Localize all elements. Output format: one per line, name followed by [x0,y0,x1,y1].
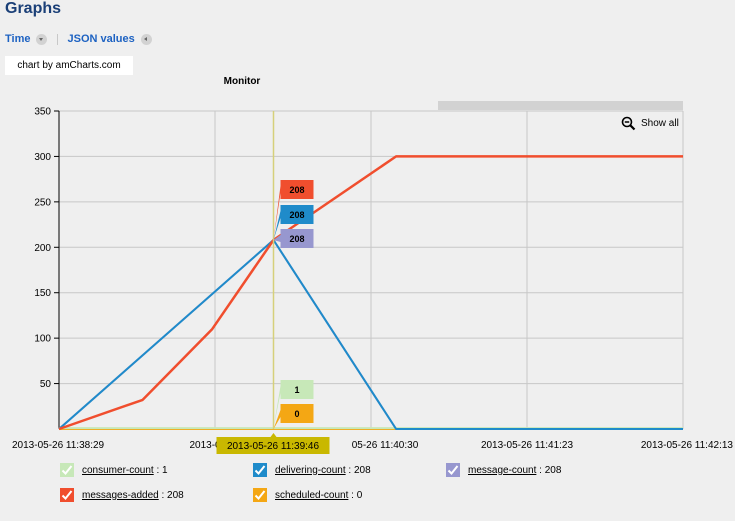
legend-item-message-count[interactable]: message-count : 208 [446,463,561,477]
legend-item-scheduled-count[interactable]: scheduled-count : 0 [253,488,362,502]
x-tick-label: 2013-05-26 11:42:13 [641,440,734,451]
legend-label[interactable]: delivering-count [275,465,346,476]
legend-label[interactable]: messages-added [82,490,159,501]
cursor-label-text: 2013-05-26 11:39:46 [227,441,320,452]
cursor-label-pointer [270,433,277,437]
legend-item-messages-added[interactable]: messages-added : 208 [60,488,184,502]
legend-value: : 208 [345,464,371,476]
y-tick-label: 50 [40,379,52,390]
checkbox-icon[interactable] [253,463,267,477]
x-tick-label: 2013-05-26 11:41:23 [481,440,574,451]
legend-value: : 0 [348,489,363,501]
balloon-value-messages-added: 208 [289,185,304,195]
balloon-value-consumer-count: 1 [294,385,299,395]
legend-value: : 1 [153,464,168,476]
legend-value: : 208 [536,464,562,476]
legend-label[interactable]: message-count [468,465,536,476]
balloon-value-delivering-count: 208 [289,210,304,220]
x-tick-label: 05-26 11:40:30 [352,440,419,451]
y-tick-label: 300 [34,152,51,163]
legend-value: : 208 [158,489,184,501]
y-tick-label: 350 [34,107,51,118]
checkbox-icon[interactable] [60,488,74,502]
balloon-pointer-scheduled-count [273,410,281,429]
legend-item-delivering-count[interactable]: delivering-count : 208 [253,463,371,477]
y-tick-label: 150 [34,288,51,299]
checkbox-icon[interactable] [253,488,267,502]
line-chart-plot[interactable]: 50 100 150 200 250 300 350 208 208 208 1 0 2013-05-2… [0,0,735,521]
legend-label[interactable]: scheduled-count [275,490,348,501]
x-tick-label: 2013-05-26 11:38:29 [12,440,105,451]
legend-label[interactable]: consumer-count [82,465,154,476]
y-tick-label: 100 [34,334,51,345]
balloon-value-scheduled-count: 0 [294,409,299,419]
y-tick-label: 250 [34,197,51,208]
checkbox-icon[interactable] [446,463,460,477]
balloon-value-message-count: 208 [289,234,304,244]
checkbox-icon[interactable] [60,463,74,477]
balloon-pointer-messages-added [273,186,281,240]
legend-item-consumer-count[interactable]: consumer-count : 1 [60,463,168,477]
y-tick-label: 200 [34,243,51,254]
